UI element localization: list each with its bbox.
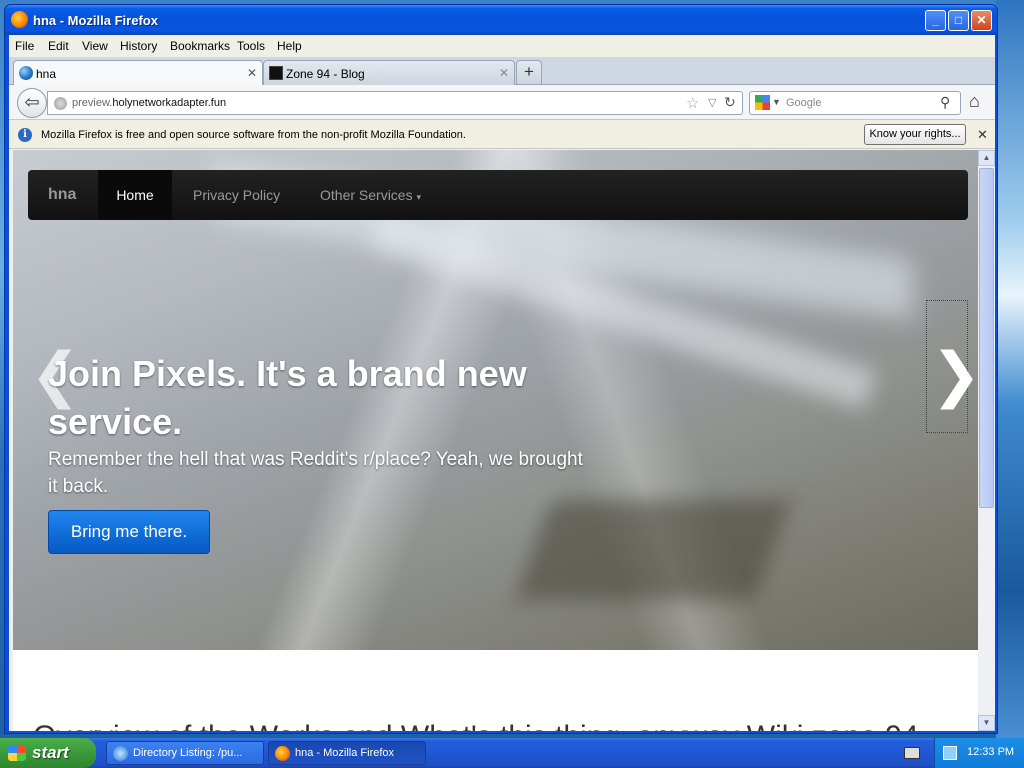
url-bar[interactable]: preview.holynetworkadapter.fun ☆ ▽ ↻ <box>47 91 743 115</box>
url-text: preview.holynetworkadapter.fun <box>72 97 227 109</box>
site-identity-icon[interactable] <box>54 97 67 110</box>
close-tab-icon[interactable]: ✕ <box>499 66 509 80</box>
notification-text: Mozilla Firefox is free and open source … <box>41 129 466 141</box>
tab-label: Zone 94 - Blog <box>286 67 365 81</box>
know-your-rights-button[interactable]: Know your rights... <box>864 124 966 145</box>
taskbar-item-label: Directory Listing: /pu... <box>133 747 243 759</box>
search-icon[interactable]: ⚲ <box>940 94 950 111</box>
vertical-scrollbar[interactable]: ▲ ▼ <box>978 150 995 731</box>
network-icon[interactable] <box>943 746 957 760</box>
navigation-toolbar: preview.holynetworkadapter.fun ☆ ▽ ↻ ⇦ ▼… <box>9 85 995 119</box>
google-icon[interactable] <box>755 95 770 110</box>
tab-label: hna <box>36 67 57 81</box>
search-bar[interactable]: ▼ Google ⚲ <box>749 91 961 115</box>
minimize-button[interactable]: _ <box>925 10 946 31</box>
taskbar: start Directory Listing: /pu... hna - Mo… <box>0 738 1024 768</box>
taskbar-item-directory-listing[interactable]: Directory Listing: /pu... <box>106 741 264 765</box>
site-navbar: hna Home Privacy Policy Other Services ▾ <box>28 170 968 220</box>
taskbar-item-firefox[interactable]: hna - Mozilla Firefox <box>268 741 426 765</box>
globe-icon <box>19 66 33 80</box>
zone94-favicon-icon <box>269 66 283 80</box>
nav-other-services[interactable]: Other Services ▾ <box>320 187 421 203</box>
menu-tools[interactable]: Tools <box>237 39 265 53</box>
tab-bar: hna ✕ Zone 94 - Blog ✕ + <box>9 57 995 85</box>
hero-title: Join Pixels. It's a brand new service. <box>48 353 527 442</box>
menu-bookmarks[interactable]: Bookmarks <box>170 39 230 53</box>
menu-help[interactable]: Help <box>277 39 302 53</box>
maximize-button[interactable]: □ <box>948 10 969 31</box>
section-heading: Overview of the Works and What's this th… <box>33 720 919 731</box>
close-button[interactable]: ✕ <box>971 10 992 31</box>
menu-file[interactable]: File <box>15 39 34 53</box>
home-icon[interactable]: ⌂ <box>969 91 980 112</box>
firefox-window: hna - Mozilla Firefox _ □ ✕ File Edit Vi… <box>4 4 998 734</box>
bookmark-star-icon[interactable]: ☆ <box>686 94 699 112</box>
menu-edit[interactable]: Edit <box>48 39 69 53</box>
notification-bar: i Mozilla Firefox is free and open sourc… <box>9 119 995 149</box>
menu-view[interactable]: View <box>82 39 108 53</box>
search-input[interactable]: Google <box>786 97 821 109</box>
title-bar[interactable]: hna - Mozilla Firefox _ □ ✕ <box>5 5 997 35</box>
scroll-down-icon[interactable]: ▼ <box>978 715 995 731</box>
nav-home[interactable]: Home <box>98 170 172 220</box>
hero-carousel: hna Home Privacy Policy Other Services ▾… <box>13 150 978 650</box>
caret-down-icon: ▾ <box>416 192 422 202</box>
new-tab-button[interactable]: + <box>516 60 542 85</box>
page-viewport: hna Home Privacy Policy Other Services ▾… <box>13 150 978 731</box>
tab-zone94-blog[interactable]: Zone 94 - Blog ✕ <box>263 60 515 85</box>
nav-privacy-policy[interactable]: Privacy Policy <box>193 187 280 203</box>
firefox-icon <box>275 746 290 761</box>
menu-bar: File Edit View History Bookmarks Tools H… <box>9 35 995 57</box>
keyboard-icon[interactable] <box>904 747 920 759</box>
scrollbar-thumb[interactable] <box>979 168 994 508</box>
bring-me-there-button[interactable]: Bring me there. <box>48 510 210 554</box>
back-button[interactable]: ⇦ <box>17 88 47 118</box>
hero-subtitle: Remember the hell that was Reddit's r/pl… <box>48 449 583 497</box>
menu-history[interactable]: History <box>120 39 157 53</box>
system-tray: 12:33 PM <box>934 738 1024 768</box>
browser-client: File Edit View History Bookmarks Tools H… <box>9 35 995 731</box>
taskbar-item-label: hna - Mozilla Firefox <box>295 747 395 759</box>
info-icon: i <box>18 128 32 142</box>
ie-icon <box>113 746 128 761</box>
tab-hna[interactable]: hna ✕ <box>13 60 263 85</box>
site-brand[interactable]: hna <box>48 186 76 204</box>
windows-flag-icon <box>8 745 26 761</box>
desktop-background <box>996 0 1024 738</box>
window-title: hna - Mozilla Firefox <box>33 13 158 28</box>
clock[interactable]: 12:33 PM <box>967 746 1014 758</box>
close-notification-icon[interactable]: ✕ <box>977 127 988 143</box>
carousel-next-icon[interactable]: ❯ <box>931 340 978 410</box>
url-dropdown-icon[interactable]: ▽ <box>708 96 716 109</box>
start-label: start <box>32 743 69 762</box>
hero-background-decor <box>514 500 792 600</box>
scroll-up-icon[interactable]: ▲ <box>978 150 995 166</box>
search-engine-dropdown-icon[interactable]: ▼ <box>772 97 781 107</box>
start-button[interactable]: start <box>0 738 96 768</box>
reload-icon[interactable]: ↻ <box>724 94 736 111</box>
firefox-icon <box>11 11 28 28</box>
close-tab-icon[interactable]: ✕ <box>247 66 257 80</box>
